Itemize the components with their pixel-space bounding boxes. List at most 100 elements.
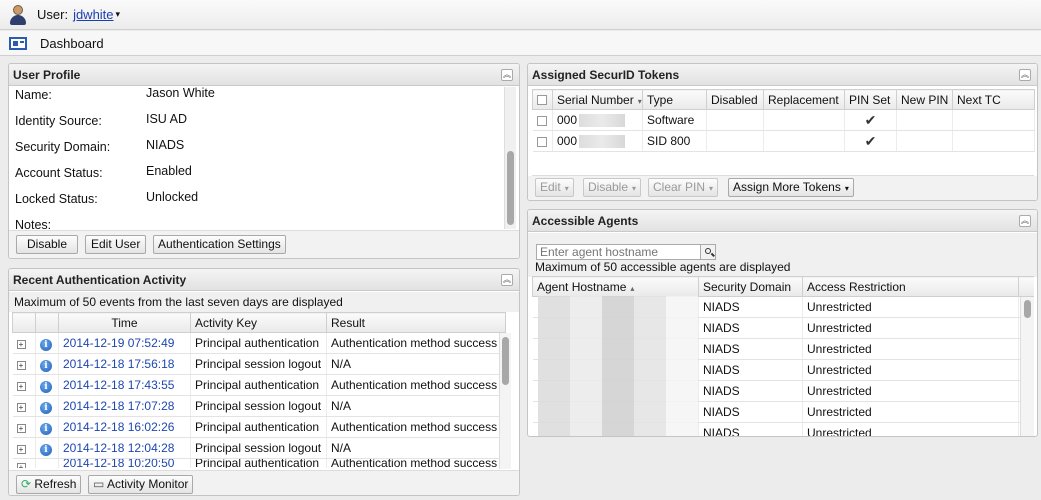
agents-scrollbar[interactable] xyxy=(1020,297,1034,436)
username-link[interactable]: jdwhite xyxy=(73,7,113,22)
column-header-security-domain[interactable]: Security Domain xyxy=(698,276,803,297)
expand-icon[interactable]: + xyxy=(16,340,26,349)
event-time[interactable]: 2014-12-18 17:07:28 xyxy=(58,395,191,417)
assign-more-tokens-button[interactable]: Assign More Tokens ▾ xyxy=(728,178,854,197)
auth-activity-table: Time Activity Key Result + i 2014-12-19 … xyxy=(12,312,506,474)
event-time[interactable]: 2014-12-18 17:43:55 xyxy=(58,374,191,396)
activity-monitor-button[interactable]: ▭ Activity Monitor xyxy=(88,475,194,494)
info-icon: i xyxy=(40,422,52,435)
auth-activity-scrollbar[interactable] xyxy=(499,333,511,469)
event-result: N/A xyxy=(326,437,506,459)
table-row[interactable]: + i 2014-12-19 07:52:49 Principal authen… xyxy=(12,332,506,354)
column-header-access-restriction[interactable]: Access Restriction xyxy=(802,276,1019,297)
event-activity-key: Principal session logout xyxy=(190,395,327,417)
event-time[interactable]: 2014-12-18 16:02:26 xyxy=(58,416,191,438)
event-time[interactable]: 2014-12-19 07:52:49 xyxy=(58,332,191,354)
table-row[interactable]: 000 Software ✔ xyxy=(532,109,1035,131)
event-result: N/A xyxy=(326,395,506,417)
expand-icon[interactable]: + xyxy=(16,361,26,370)
column-header-serial-number[interactable]: Serial Number ▾ xyxy=(552,89,643,110)
collapse-icon[interactable]: ︽ xyxy=(1019,68,1031,81)
token-next-tc xyxy=(952,130,1035,152)
field-value: ISU AD xyxy=(146,112,187,126)
expand-icon[interactable]: + xyxy=(16,403,26,412)
agent-security-domain: NIADS xyxy=(698,317,803,339)
tokens-panel: Assigned SecurID Tokens ︽ Serial Number ▾… xyxy=(527,63,1038,201)
agent-search-input[interactable] xyxy=(536,244,701,260)
column-header-activity-key[interactable]: Activity Key xyxy=(190,312,327,333)
edit-user-button[interactable]: Edit User xyxy=(85,235,147,254)
select-all-checkbox[interactable] xyxy=(537,95,547,106)
event-result: Authentication method success xyxy=(326,374,506,396)
field-label: Name: xyxy=(15,88,52,102)
agents-header-row: Agent Hostname ▴ Security Domain Access R… xyxy=(532,276,1034,297)
event-activity-key: Principal session logout xyxy=(190,437,327,459)
column-header-type[interactable]: Type xyxy=(642,89,707,110)
event-activity-key: Principal authentication xyxy=(190,332,327,354)
column-header-new-pin[interactable]: New PIN xyxy=(896,89,953,110)
column-header-agent-hostname[interactable]: Agent Hostname ▴ xyxy=(532,276,699,297)
activity-monitor-label: Activity Monitor xyxy=(107,477,189,491)
field-value: Enabled xyxy=(146,164,192,178)
token-disabled xyxy=(706,130,764,152)
event-result: Authentication method success xyxy=(326,332,506,354)
expand-icon[interactable]: + xyxy=(16,424,26,433)
search-icon xyxy=(705,248,711,254)
expander-column-header xyxy=(12,312,36,333)
expand-icon[interactable]: + xyxy=(16,382,26,391)
column-header-next-tc[interactable]: Next TC xyxy=(952,89,1035,110)
table-row[interactable]: + i 2014-12-18 17:07:28 Principal sessio… xyxy=(12,395,506,417)
tokens-title: Assigned SecurID Tokens xyxy=(532,67,680,82)
refresh-button[interactable]: ⟳ Refresh xyxy=(16,475,82,494)
edit-token-button[interactable]: Edit ▾ xyxy=(535,178,574,197)
agent-security-domain: NIADS xyxy=(698,359,803,381)
disable-user-button[interactable]: Disable xyxy=(16,235,78,254)
auth-activity-header-row: Time Activity Key Result xyxy=(12,312,506,333)
table-row[interactable]: + i 2014-12-18 16:02:26 Principal authen… xyxy=(12,416,506,438)
profile-field-identity-source: Identity Source: ISU AD xyxy=(15,112,187,128)
user-profile-panel: User Profile ︽ Name: Jason White Identit… xyxy=(8,63,520,259)
table-row[interactable]: + i 2014-12-18 17:43:55 Principal authen… xyxy=(12,374,506,396)
collapse-icon[interactable]: ︽ xyxy=(1019,214,1031,227)
table-row[interactable]: + i 2014-12-18 12:04:28 Principal sessio… xyxy=(12,437,506,459)
disable-token-button[interactable]: Disable ▾ xyxy=(583,178,642,197)
info-icon: i xyxy=(40,380,52,393)
authentication-settings-button[interactable]: Authentication Settings xyxy=(153,235,286,254)
agent-access-restriction: Unrestricted xyxy=(802,359,1019,381)
event-time[interactable]: 2014-12-18 17:56:18 xyxy=(58,353,191,375)
table-row[interactable]: 000 SID 800 ✔ xyxy=(532,130,1035,152)
table-row[interactable]: + i 2014-12-18 17:56:18 Principal sessio… xyxy=(12,353,506,375)
column-header-pin-set[interactable]: PIN Set xyxy=(844,89,897,110)
field-value: NIADS xyxy=(146,138,185,152)
token-pin-set-check-icon: ✔ xyxy=(844,109,897,131)
collapse-icon[interactable]: ︽ xyxy=(501,68,513,81)
user-menu-chevron-down-icon[interactable]: ▾ xyxy=(116,9,121,20)
profile-scrollbar[interactable] xyxy=(504,87,516,229)
expand-icon[interactable]: + xyxy=(16,445,26,454)
agents-table-wrap: Agent Hostname ▴ Security Domain Access R… xyxy=(532,276,1034,436)
refresh-label: Refresh xyxy=(34,477,77,491)
row-checkbox[interactable] xyxy=(536,136,547,147)
dashboard-icon xyxy=(9,36,27,50)
user-label: User: xyxy=(37,7,69,22)
user-profile-title: User Profile xyxy=(13,67,81,82)
column-header-disabled[interactable]: Disabled xyxy=(706,89,764,110)
column-header-time[interactable]: Time xyxy=(58,312,191,333)
sort-chevron-icon: ▾ xyxy=(637,96,642,106)
redacted-serial xyxy=(579,114,626,128)
profile-field-account-status: Account Status: Enabled xyxy=(15,164,192,180)
row-checkbox[interactable] xyxy=(536,115,547,126)
event-time[interactable]: 2014-12-18 12:04:28 xyxy=(58,437,191,459)
token-pin-set-check-icon: ✔ xyxy=(844,130,897,152)
tokens-toolbar: Edit ▾ Disable ▾ Clear PIN ▾ Assign More To… xyxy=(528,176,1037,200)
field-value: Jason White xyxy=(146,86,215,100)
token-type: Software xyxy=(642,109,707,131)
refresh-icon: ⟳ xyxy=(21,477,35,491)
column-header-result[interactable]: Result xyxy=(326,312,506,333)
clear-pin-button[interactable]: Clear PIN ▾ xyxy=(648,178,719,197)
search-button[interactable] xyxy=(701,244,716,260)
collapse-icon[interactable]: ︽ xyxy=(501,273,513,286)
token-serial: 000 xyxy=(552,109,643,131)
agent-security-domain: NIADS xyxy=(698,422,803,436)
column-header-replacement[interactable]: Replacement xyxy=(763,89,845,110)
